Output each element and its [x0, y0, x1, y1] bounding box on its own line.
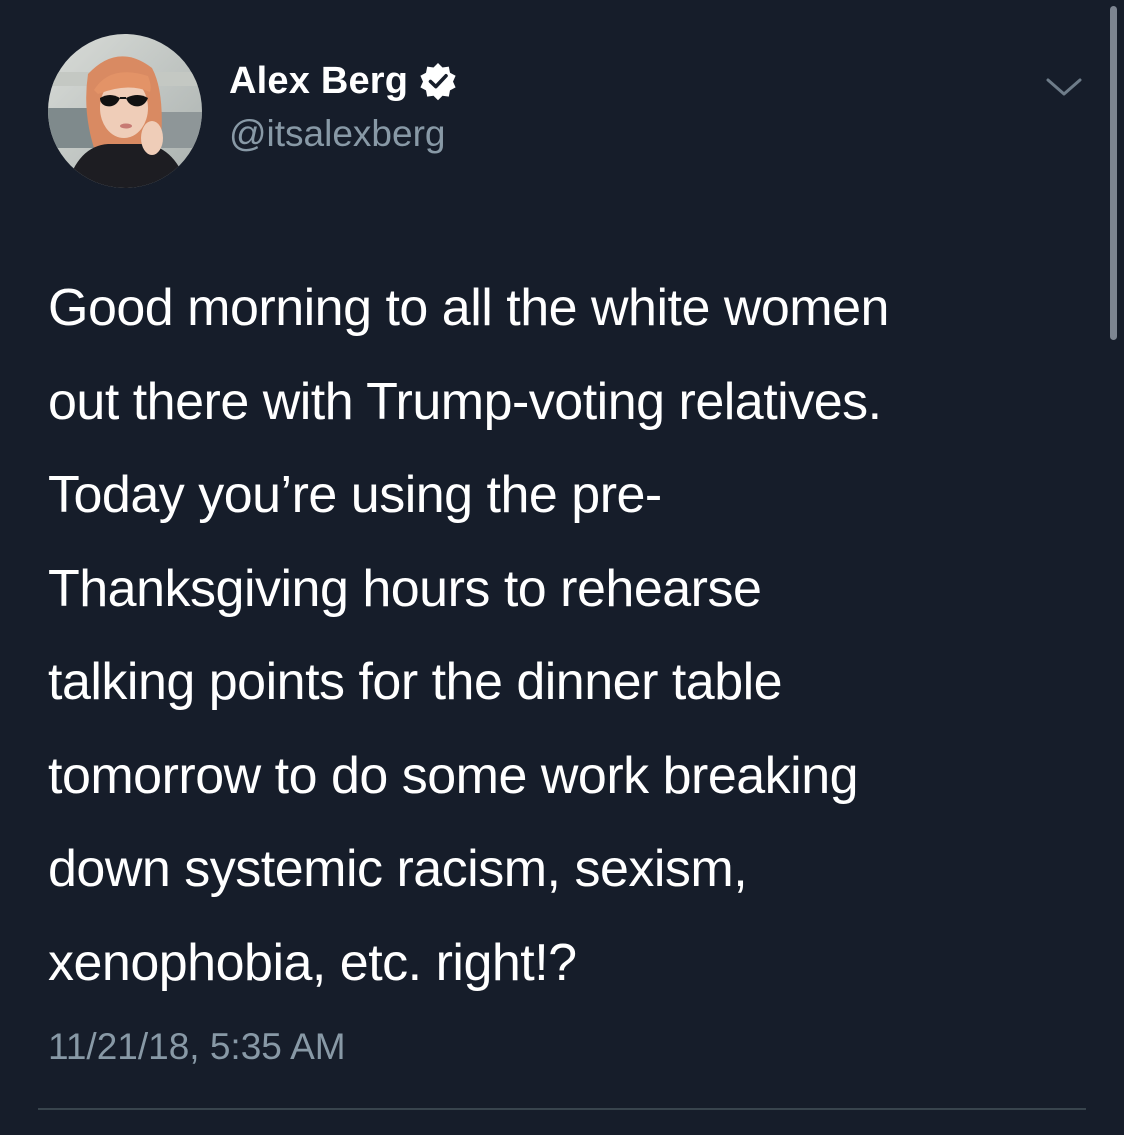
author-handle[interactable]: @itsalexberg — [229, 113, 446, 155]
tweet-text-line: xenophobia, etc. right!? — [48, 933, 577, 992]
tweet-text-line: out there with Trump-voting relatives. — [48, 372, 882, 431]
verified-badge-icon — [418, 61, 458, 101]
tweet-text-line: talking points for the dinner table — [48, 653, 783, 711]
tweet-timestamp[interactable]: 11/21/18, 5:35 AM — [48, 1026, 346, 1068]
divider — [38, 1108, 1086, 1110]
tweet-text-line: down systemic racism, sexism, — [48, 840, 748, 898]
tweet-text-line: tomorrow to do some work breaking — [48, 746, 859, 805]
tweet-text: Good morning to all the white women out … — [48, 262, 1098, 1010]
chevron-down-icon[interactable] — [1044, 72, 1084, 102]
avatar-photo — [48, 34, 202, 188]
tweet-detail-view: Alex Berg @itsalexberg Good morning to a… — [0, 0, 1124, 1135]
author-display-name[interactable]: Alex Berg — [229, 60, 408, 103]
avatar[interactable] — [48, 34, 202, 188]
author-name-row[interactable]: Alex Berg — [229, 58, 458, 104]
tweet-text-line: Thanksgiving hours to rehearse — [48, 559, 762, 618]
tweet-text-line: Good morning to all the white women — [48, 279, 889, 337]
scrollbar[interactable] — [1110, 6, 1117, 340]
tweet-text-line: Today you’re using the pre- — [48, 466, 662, 524]
